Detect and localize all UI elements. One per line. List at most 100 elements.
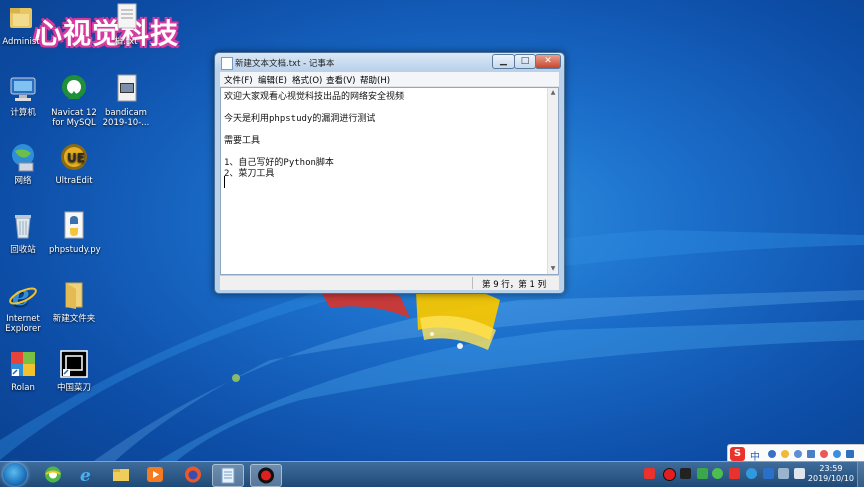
- text-line: 今天是利用phpstudy的漏洞进行测试: [224, 114, 376, 124]
- caidao-icon: [58, 348, 90, 380]
- status-bar: 第 9 行，第 1 列: [220, 275, 559, 290]
- taskbar-firefox[interactable]: [178, 464, 208, 485]
- taskbar-explorer[interactable]: [106, 464, 136, 485]
- user-folder-icon: [5, 2, 37, 34]
- notepad-icon: [221, 57, 233, 70]
- clock-date: 2019/10/10: [807, 474, 854, 483]
- ime-voice-icon[interactable]: [794, 450, 802, 458]
- firefox-icon: [185, 466, 201, 483]
- ime-emoji-icon[interactable]: [781, 450, 789, 458]
- tray-app-icon[interactable]: [680, 468, 691, 479]
- recycle-bin-icon: [7, 210, 39, 242]
- navicat-icon: [58, 73, 90, 105]
- scroll-up-arrow-icon[interactable]: ▲: [548, 88, 558, 98]
- python-file-icon: [58, 210, 90, 242]
- volume-icon[interactable]: [794, 468, 805, 479]
- svg-text:e: e: [80, 466, 91, 483]
- text-file-icon: [110, 2, 142, 34]
- close-button[interactable]: ✕: [535, 54, 561, 69]
- desktop-icon-label: phpstudy.py: [49, 245, 101, 255]
- bluetooth-icon[interactable]: [763, 468, 774, 479]
- tray-sogou-icon[interactable]: [644, 468, 655, 479]
- tray-security-icon[interactable]: [746, 468, 757, 479]
- desktop-icon-phpstudy-py[interactable]: phpstudy.py: [49, 210, 101, 255]
- desktop-icon-label: Internet Explorer: [5, 314, 41, 334]
- desktop-icon-zhongguo-caidao[interactable]: 中国菜刀: [49, 348, 99, 393]
- desktop-icon-label: 回收站: [10, 245, 36, 255]
- desktop-icon-label: bandicam 2019-10-...: [102, 108, 150, 128]
- taskbar-notepad[interactable]: [212, 464, 244, 487]
- tray-expand-icon[interactable]: [778, 468, 789, 479]
- ultraedit-icon: UE: [58, 141, 90, 173]
- desktop-icon-new-folder[interactable]: 新建文件夹: [49, 279, 99, 324]
- sogou-ime-icon[interactable]: S: [730, 447, 745, 461]
- tray-green-icon[interactable]: [697, 468, 708, 479]
- desktop-icon-administrator[interactable]: Administ: [0, 2, 46, 47]
- system-clock[interactable]: 23:59 2019/10/10: [808, 464, 854, 484]
- media-player-icon: [147, 467, 163, 482]
- desktop-icon-rolan[interactable]: Rolan: [0, 348, 48, 393]
- record-icon: [258, 467, 274, 484]
- ie-icon: e: [80, 466, 91, 483]
- desktop-icon-label: 计算机: [10, 108, 36, 118]
- ime-skin-icon[interactable]: [820, 450, 828, 458]
- vertical-scrollbar[interactable]: ▲ ▼: [547, 88, 558, 274]
- ime-tools-icon[interactable]: [846, 450, 854, 458]
- title-bar[interactable]: 新建文本文档.txt - 记事本 ▁ □ ✕: [215, 53, 564, 71]
- start-button[interactable]: [3, 463, 27, 486]
- menu-view[interactable]: 查看(V): [326, 74, 355, 86]
- browser-360-icon: [45, 466, 61, 483]
- text-editor-area[interactable]: 欢迎大家观看心视觉科技出品的网络安全视频 今天是利用phpstudy的漏洞进行测…: [220, 87, 559, 275]
- tray-wechat-icon[interactable]: [712, 468, 723, 479]
- network-globe-icon: [7, 141, 39, 173]
- desktop-icon-recycle-bin[interactable]: 回收站: [0, 210, 48, 255]
- desktop-icon-txt-file[interactable]: 档.txt: [101, 2, 151, 47]
- desktop-icon-label: Administ: [2, 37, 40, 47]
- desktop-icon-label: Navicat 12 for MySQL: [51, 108, 97, 128]
- desktop-icon-label: 网络: [14, 176, 32, 186]
- desktop-icon-navicat[interactable]: Navicat 12 for MySQL: [49, 73, 99, 128]
- desktop-icon-bandicam[interactable]: bandicam 2019-10-...: [101, 73, 151, 128]
- menu-edit[interactable]: 编辑(E): [258, 74, 287, 86]
- menu-file[interactable]: 文件(F): [224, 74, 253, 86]
- desktop-icon-label: Rolan: [11, 383, 35, 393]
- tray-ime-icon[interactable]: [729, 468, 740, 479]
- desktop-icon-label: UltraEdit: [55, 176, 93, 186]
- scroll-down-arrow-icon[interactable]: ▼: [548, 264, 558, 274]
- maximize-button[interactable]: □: [514, 54, 536, 69]
- svg-text:UE: UE: [67, 151, 85, 165]
- text-caret: [224, 176, 225, 188]
- text-line: 欢迎大家观看心视觉科技出品的网络安全视频: [224, 92, 405, 102]
- taskbar-ie[interactable]: e: [72, 464, 102, 485]
- show-desktop-button[interactable]: [857, 462, 864, 487]
- desktop-icon-network[interactable]: 网络: [0, 141, 48, 186]
- video-file-icon: [110, 73, 142, 105]
- clock-time: 23:59: [819, 464, 843, 473]
- computer-icon: [7, 73, 39, 105]
- rolan-icon: [7, 348, 39, 380]
- desktop-icon-ultraedit[interactable]: UE UltraEdit: [49, 141, 99, 186]
- desktop-icon-label: 档.txt: [114, 37, 138, 47]
- taskbar-bandicam[interactable]: [250, 464, 282, 487]
- minimize-button[interactable]: ▁: [492, 54, 515, 69]
- ie-icon: e: [7, 279, 39, 312]
- taskbar-360-browser[interactable]: [38, 464, 68, 485]
- tray-record-icon[interactable]: [663, 468, 676, 481]
- notepad-window[interactable]: 新建文本文档.txt - 记事本 ▁ □ ✕ 文件(F) 编辑(E) 格式(O)…: [214, 52, 565, 294]
- desktop-icon-label: 中国菜刀: [56, 383, 91, 393]
- menu-bar: 文件(F) 编辑(E) 格式(O) 查看(V) 帮助(H): [220, 72, 559, 87]
- desktop-icon-computer[interactable]: 计算机: [0, 73, 48, 118]
- text-line: 2、菜刀工具: [224, 169, 275, 179]
- status-divider: [472, 277, 473, 289]
- desktop-icon-internet-explorer[interactable]: e Internet Explorer: [0, 279, 48, 334]
- folder-icon: [113, 469, 129, 481]
- ime-punct-icon[interactable]: [768, 450, 776, 458]
- taskbar: e 23:59 2019/10/10: [0, 461, 864, 487]
- ime-user-icon[interactable]: [833, 450, 841, 458]
- folder-icon: [58, 279, 90, 311]
- window-title: 新建文本文档.txt - 记事本: [235, 59, 335, 69]
- menu-help[interactable]: 帮助(H): [360, 74, 390, 86]
- ime-keyboard-icon[interactable]: [807, 450, 815, 458]
- menu-format[interactable]: 格式(O): [292, 74, 322, 86]
- taskbar-media-player[interactable]: [140, 464, 170, 485]
